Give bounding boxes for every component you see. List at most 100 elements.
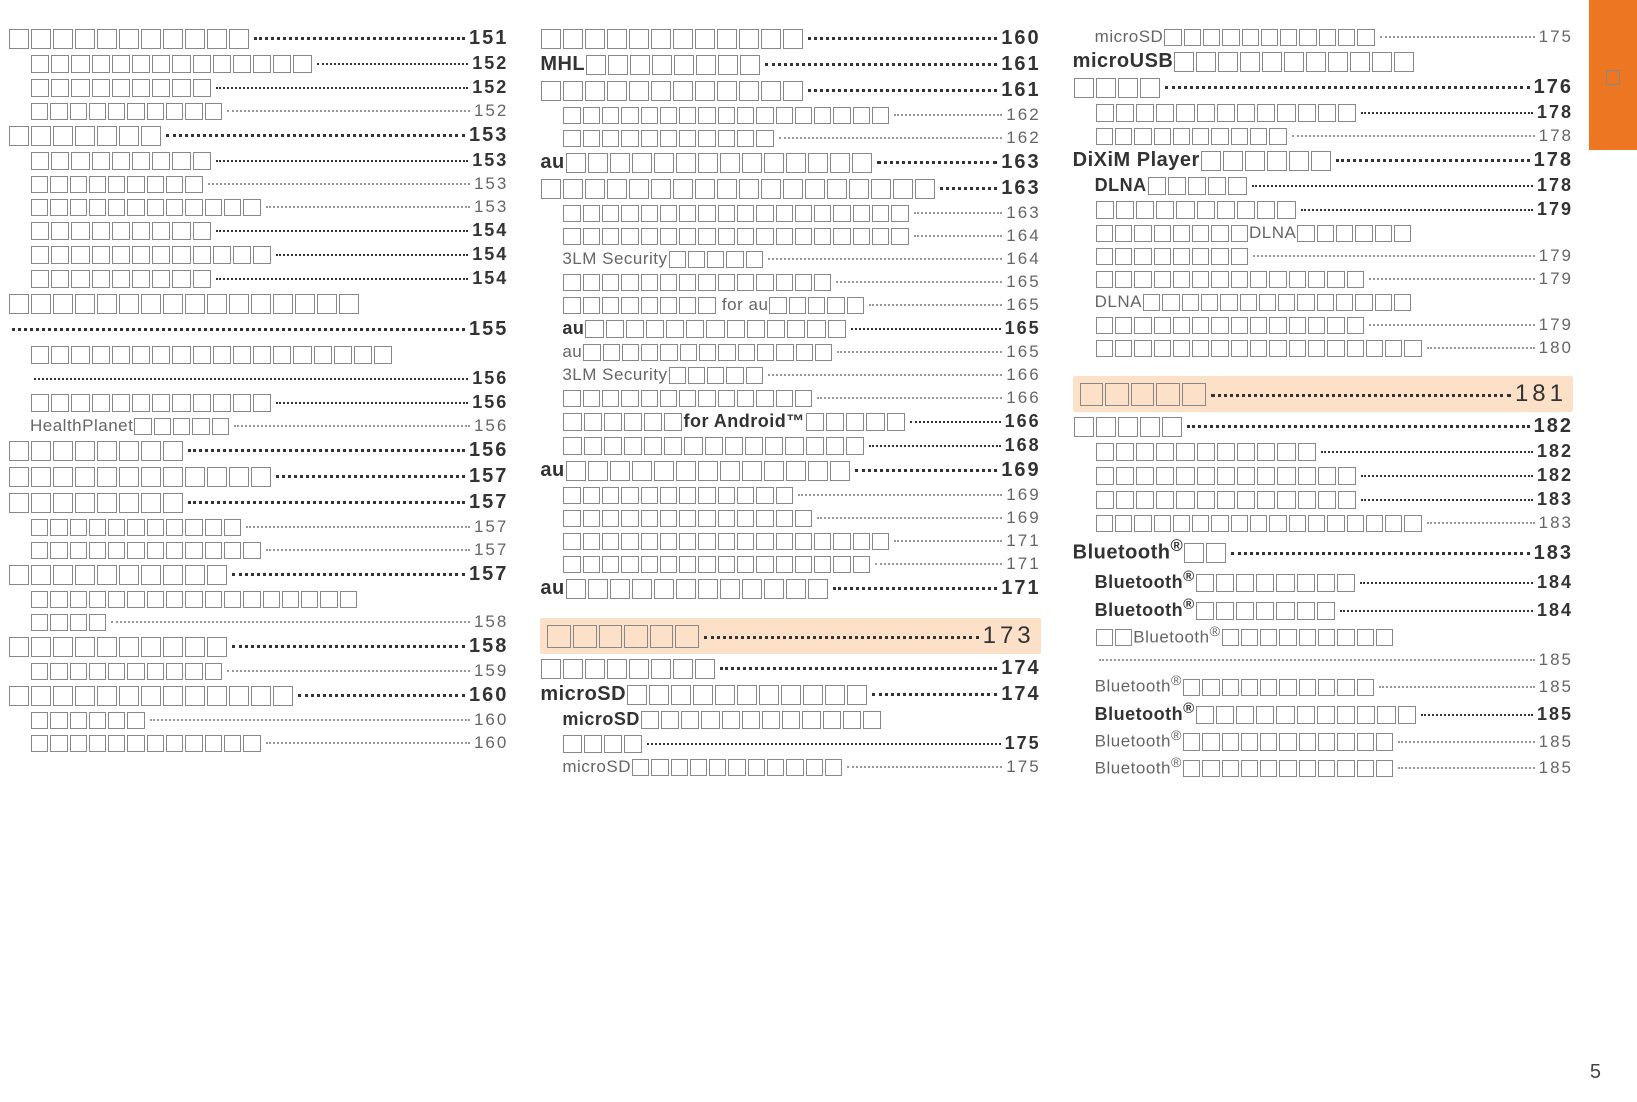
toc-leader-dots [1427,347,1535,349]
toc-entry-page: 153 [474,174,508,194]
toc-leader-dots [1361,475,1533,477]
toc-leader-dots [940,187,997,190]
toc-leader-dots [266,206,470,208]
toc-entry-page: 164 [1006,249,1040,269]
toc-entry: 169 [540,485,1040,505]
toc-section-heading: 181 [1073,376,1573,412]
toc-entry: 165 [540,272,1040,292]
toc-entry-page: 182 [1534,415,1573,438]
toc-entry-label [562,531,890,551]
toc-entry-page: 157 [474,540,508,560]
toc-entry-page: 157 [469,491,508,514]
toc-entry-page: 185 [1539,732,1573,752]
toc-entry-page: 162 [1006,105,1040,125]
toc-entry: au169 [540,459,1040,482]
toc-entry-page: 178 [1534,149,1573,172]
toc-leader-dots [1369,324,1535,326]
toc-entry: for Android™166 [540,411,1040,432]
toc-leader-dots [647,743,1001,745]
toc-entry-label [8,684,294,707]
toc-leader-dots [266,742,470,744]
toc-entry: 152 [8,77,508,98]
toc-leader-dots [232,573,465,576]
toc-entry-label [30,220,212,241]
toc-entry-label: DLNA [1095,175,1248,196]
toc-entry-label [30,733,262,753]
toc-entry: microSD175 [540,757,1040,777]
toc-entry-page: 157 [469,465,508,488]
toc-entry-page: 178 [1537,175,1573,196]
toc-leader-dots [188,501,465,504]
toc-leader-dots [111,621,470,623]
toc-entry-page: 183 [1539,513,1573,533]
toc-entry-page: 171 [1001,577,1040,600]
toc-leader-dots [833,587,998,590]
toc-entry: Bluetooth®185 [1073,700,1573,725]
toc-leader-dots [216,87,469,89]
toc-entry-label: 3LM Security [562,249,764,269]
toc-entry-page: 179 [1539,246,1573,266]
toc-entry: DLNA 178 [1073,175,1573,196]
toc-entry: 160 [8,710,508,730]
toc-leader-dots [808,89,997,92]
toc-entry-label [30,589,358,609]
toc-entry-label [562,128,774,148]
toc-entry-page: 159 [474,661,508,681]
toc-leader-dots [1369,278,1535,280]
toc-leader-dots [188,449,465,452]
toc-entry-label [8,27,250,50]
toc-entry [8,589,508,609]
toc-entry: 151 [8,27,508,50]
toc-leader-dots [817,397,1002,399]
toc-entry-page: 176 [1534,76,1573,99]
toc-leader-dots [1361,112,1533,114]
toc-entry: 156 [8,392,508,413]
toc-entry-page: 185 [1539,650,1573,670]
toc-entry-page: 175 [1005,733,1041,754]
toc-entry: HealthPlanet156 [8,416,508,436]
toc-entry: 152 [8,101,508,121]
toc-entry-label [8,439,184,462]
toc-leader-dots [150,719,470,721]
toc-entry: 169 [540,508,1040,528]
toc-entry [8,344,508,365]
toc-entry-label [1095,465,1357,486]
toc-entry-page: 158 [474,612,508,632]
toc-leader-dots [227,110,470,112]
toc-entry-label [30,150,212,171]
toc-leader-dots [1336,159,1530,162]
toc-entry-page: 185 [1539,758,1573,778]
toc-leader-dots [276,254,468,256]
toc-entry-page: 185 [1537,704,1573,725]
toc-entry-page: 163 [1001,151,1040,174]
toc-entry-page: 169 [1006,485,1040,505]
toc-entry-page: 179 [1539,315,1573,335]
toc-entry-label [30,174,204,194]
toc-entry-label [1095,126,1288,146]
toc-entry-label: 3LM Security [562,365,764,385]
toc-entry: MHL161 [540,53,1040,76]
toc-entry: 171 [540,554,1040,574]
toc-entry: 180 [1073,338,1573,358]
toc-entry: for au165 [540,295,1040,315]
toc-entry-label [540,657,716,680]
toc-entry-label [30,344,393,365]
toc-entry-label: Bluetooth® [1095,624,1395,648]
toc-entry-page: 178 [1537,102,1573,123]
toc-entry-page: 182 [1537,441,1573,462]
toc-entry: Bluetooth®183 [1073,536,1573,565]
toc-entry-label [30,268,212,289]
toc-entry-label [562,105,890,125]
toc-entry-page: 166 [1005,411,1041,432]
toc-entry: au163 [540,151,1040,174]
toc-columns: 1511521521521531531531531541541541551561… [8,24,1573,778]
toc-entry: 156 [8,439,508,462]
toc-entry-label [8,563,228,586]
toc-entry: 162 [540,128,1040,148]
toc-entry: 175 [540,733,1040,754]
toc-leader-dots [276,475,465,478]
toc-entry-label [1079,380,1207,408]
toc-entry-page: 165 [1006,342,1040,362]
toc-leader-dots [1211,394,1511,397]
toc-entry-label [30,77,212,98]
